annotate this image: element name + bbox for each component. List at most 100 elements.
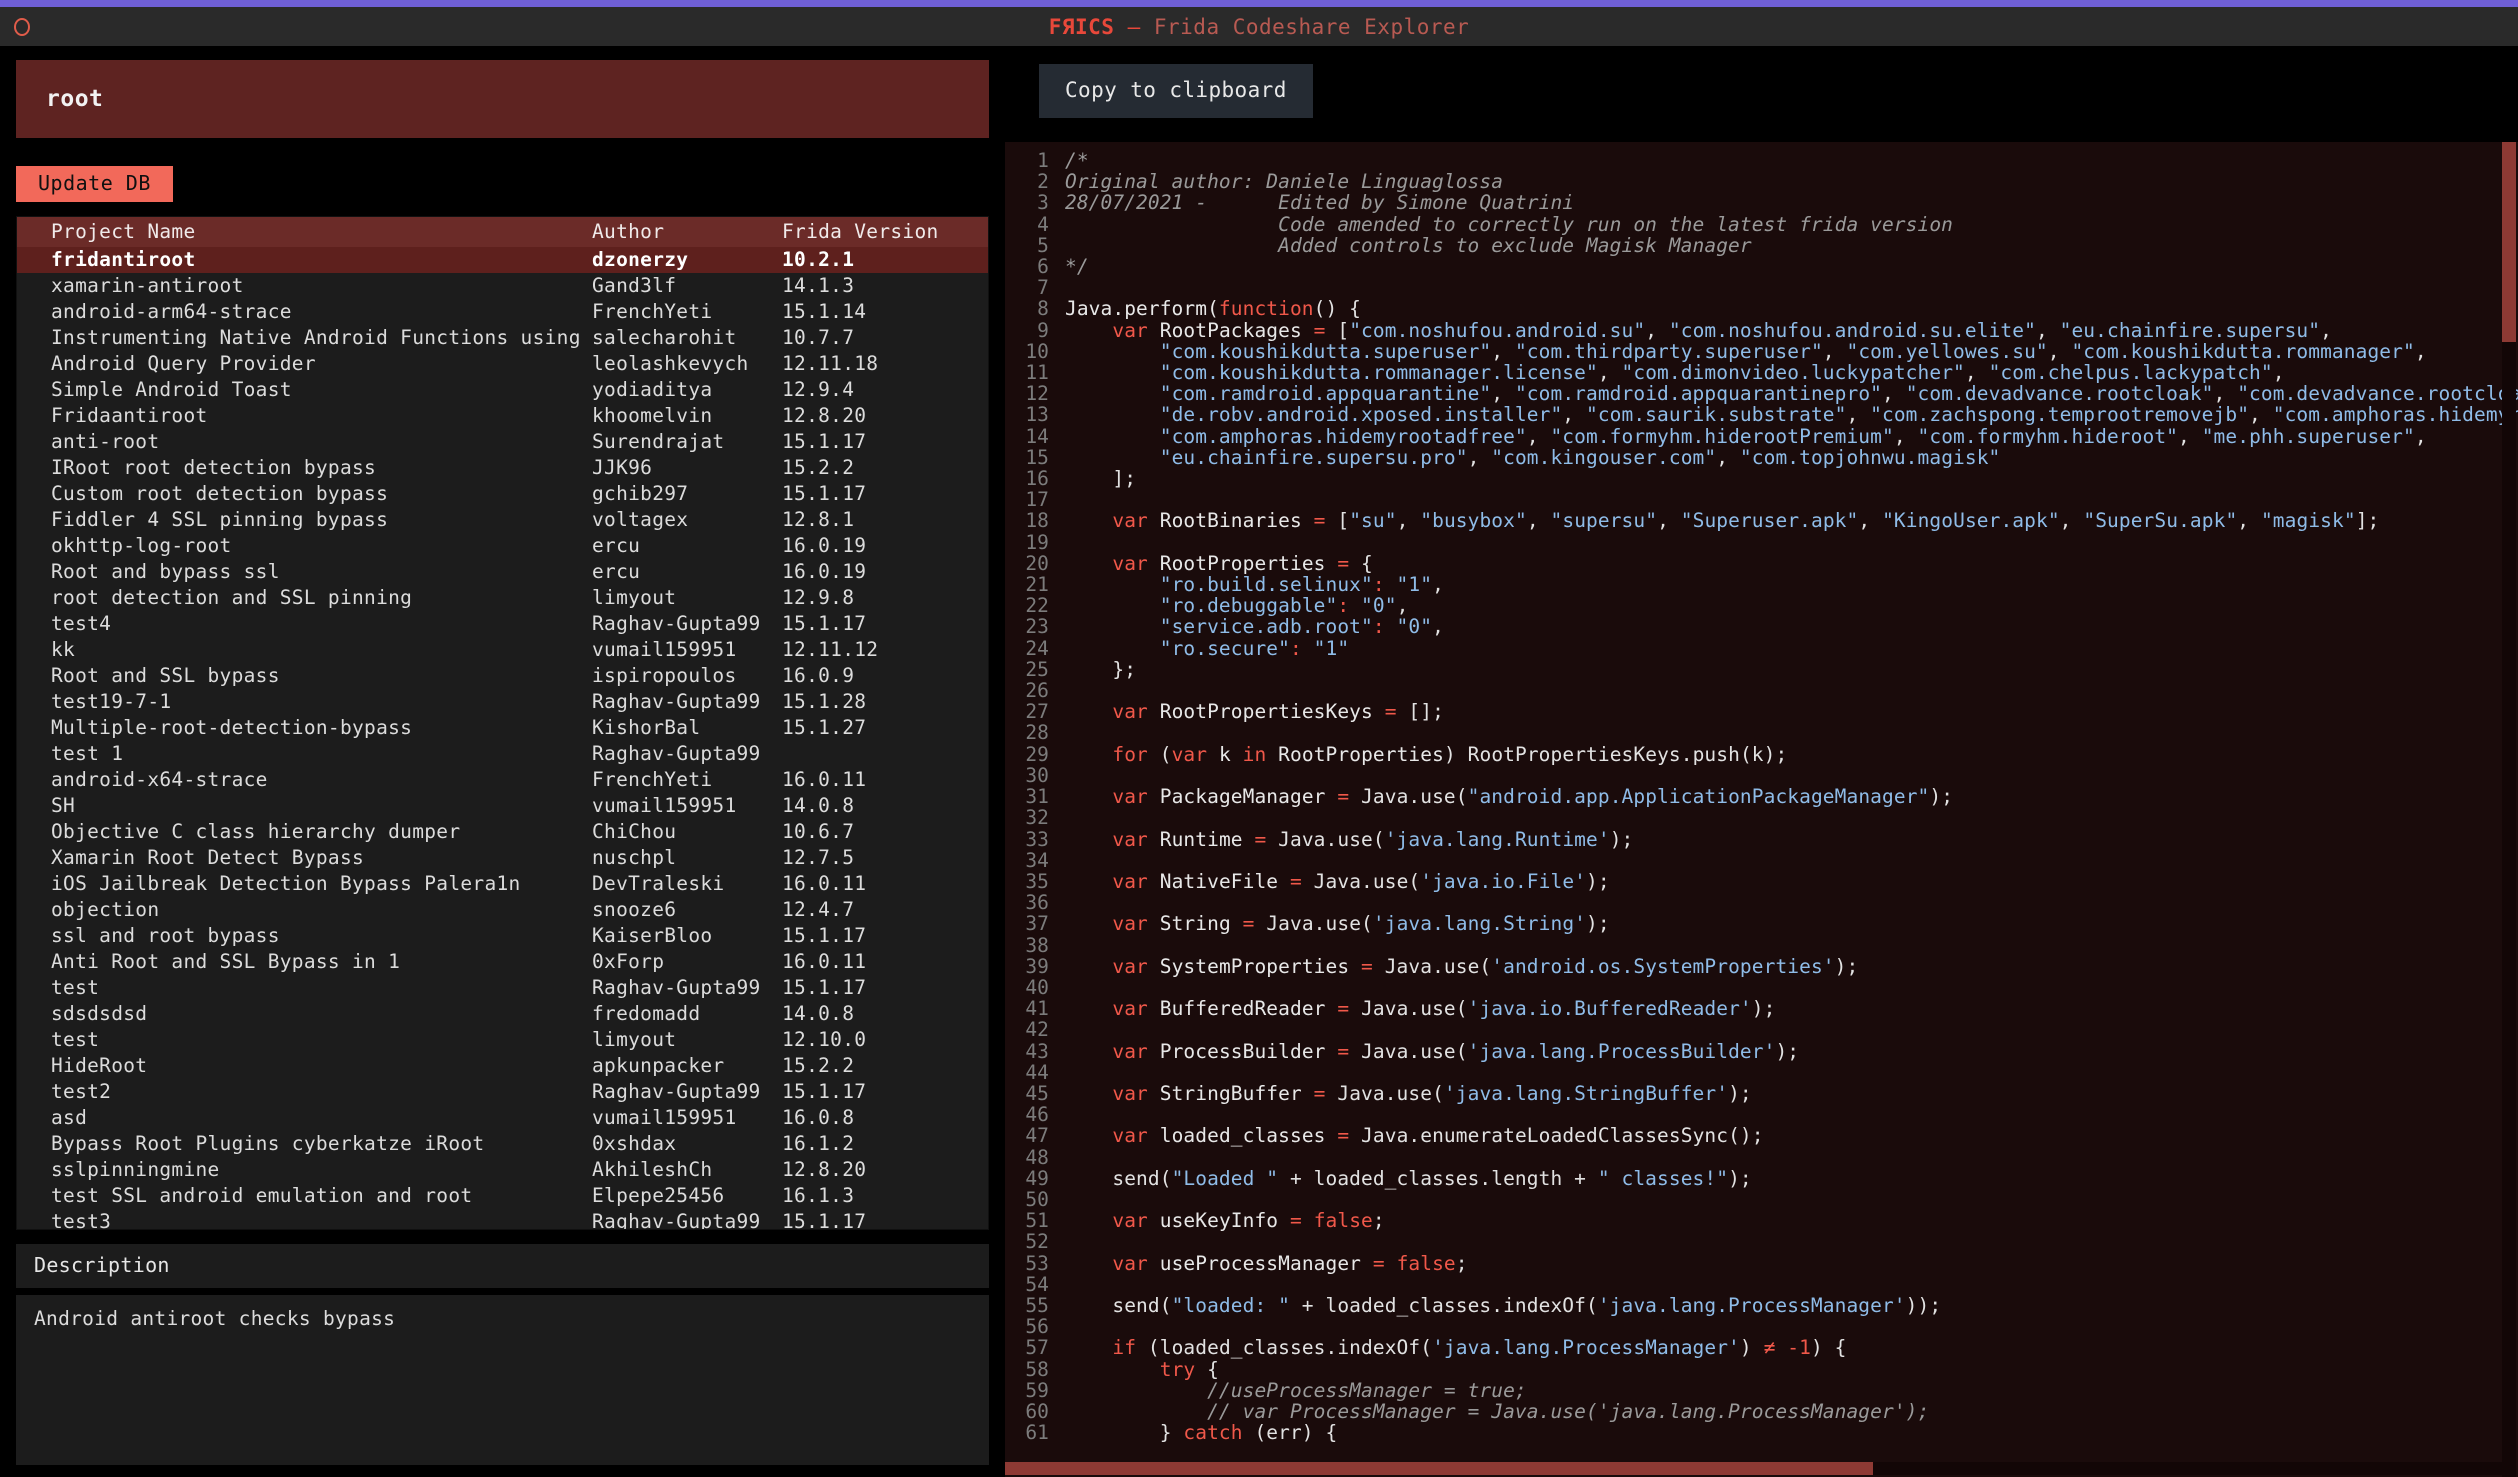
table-row[interactable]: okhttp-log-rootercu16.0.19 <box>17 533 988 559</box>
project-table-container[interactable]: Project Name Author Frida Version fridan… <box>16 216 989 1230</box>
table-row[interactable]: test2Raghav-Gupta9915.1.17 <box>17 1079 988 1105</box>
code-token: , <box>2415 340 2427 363</box>
table-row[interactable]: Anti Root and SSL Bypass in 10xForp16.0.… <box>17 949 988 975</box>
table-row[interactable]: test 1Raghav-Gupta99 <box>17 741 988 767</box>
table-row[interactable]: Xamarin Root Detect Bypassnuschpl12.7.5 <box>17 845 988 871</box>
table-row[interactable]: asdvumail15995116.0.8 <box>17 1105 988 1131</box>
table-row[interactable]: sdsdsdsdfredomadd14.0.8 <box>17 1001 988 1027</box>
code-token: ); <box>1586 912 1610 935</box>
code-token: Added controls to exclude Magisk Manager <box>1065 234 1752 257</box>
code-token: //useProcessManager = true; <box>1207 1379 1527 1402</box>
code-token: "1" <box>1314 637 1350 660</box>
code-token: "eu.chainfire.supersu" <box>2060 319 2320 342</box>
table-row[interactable]: android-x64-straceFrenchYeti16.0.11 <box>17 767 988 793</box>
code-line-number: 27 <box>1005 701 1049 722</box>
code-token: "com.koushikdutta.rommanager" <box>2071 340 2414 363</box>
table-row[interactable]: Instrumenting Native Android Functions u… <box>17 325 988 351</box>
code-token: : <box>1290 637 1302 660</box>
code-token: RootPackages <box>1148 319 1314 342</box>
title-bar: FЯICS — Frida Codeshare Explorer <box>0 7 2518 46</box>
code-token <box>1065 870 1112 893</box>
cell-frida-version: 15.1.17 <box>782 429 988 455</box>
code-token: , <box>1657 509 1681 532</box>
code-token: ); <box>1586 870 1610 893</box>
code-token: RootPropertiesKeys <box>1148 700 1385 723</box>
table-row[interactable]: test4Raghav-Gupta9915.1.17 <box>17 611 988 637</box>
table-row[interactable]: root detection and SSL pinninglimyout12.… <box>17 585 988 611</box>
code-token: , <box>1468 446 1492 469</box>
code-horizontal-scrollbar[interactable] <box>1005 1462 2502 1475</box>
table-row[interactable]: Custom root detection bypassgchib29715.1… <box>17 481 988 507</box>
code-token <box>1065 1400 1207 1423</box>
code-token: ( <box>1148 743 1172 766</box>
table-row[interactable]: test3Raghav-Gupta9915.1.17 <box>17 1209 988 1230</box>
table-row[interactable]: Objective C class hierarchy dumperChiCho… <box>17 819 988 845</box>
table-row[interactable]: Simple Android Toastyodiaditya12.9.4 <box>17 377 988 403</box>
code-token <box>1775 1336 1787 1359</box>
table-row[interactable]: Root and SSL bypassispiropoulos16.0.9 <box>17 663 988 689</box>
cell-project-name: okhttp-log-root <box>17 533 592 559</box>
code-token: try <box>1160 1358 1196 1381</box>
table-row[interactable]: kkvumail15995112.11.12 <box>17 637 988 663</box>
update-db-button[interactable]: Update DB <box>16 166 173 202</box>
table-row[interactable]: test SSL android emulation and rootElpep… <box>17 1183 988 1209</box>
table-row[interactable]: testlimyout12.10.0 <box>17 1027 988 1053</box>
code-token: Java.perform( <box>1065 297 1219 320</box>
table-row[interactable]: fridantirootdzonerzy10.2.1 <box>17 247 988 273</box>
code-token <box>1065 1358 1160 1381</box>
code-horizontal-scrollbar-thumb[interactable] <box>1005 1462 1873 1475</box>
code-viewer[interactable]: 1/* 2Original author: Daniele Linguaglos… <box>1005 142 2518 1477</box>
code-token: Original author: Daniele Linguaglossa <box>1065 170 1503 193</box>
table-row[interactable]: Bypass Root Plugins cyberkatze iRoot0xsh… <box>17 1131 988 1157</box>
code-scroll-area[interactable]: 1/* 2Original author: Daniele Linguaglos… <box>1005 142 2518 1477</box>
code-token: , <box>1397 594 1409 617</box>
table-row[interactable]: testRaghav-Gupta9915.1.17 <box>17 975 988 1001</box>
code-token <box>1065 785 1112 808</box>
column-header-author[interactable]: Author <box>592 217 782 247</box>
table-row[interactable]: Fiddler 4 SSL pinning bypassvoltagex12.8… <box>17 507 988 533</box>
column-header-project-name[interactable]: Project Name <box>17 217 592 247</box>
table-row[interactable]: HideRootapkunpacker15.2.2 <box>17 1053 988 1079</box>
code-token: "com.yellowes.su" <box>1846 340 2047 363</box>
code-token: )); <box>1906 1294 1942 1317</box>
table-row[interactable]: iOS Jailbreak Detection Bypass Palera1nD… <box>17 871 988 897</box>
cell-project-name: HideRoot <box>17 1053 592 1079</box>
code-token: } <box>1065 1421 1183 1444</box>
code-line-number: 48 <box>1005 1147 1049 1168</box>
table-row[interactable]: IRoot root detection bypassJJK9615.2.2 <box>17 455 988 481</box>
column-header-frida-version[interactable]: Frida Version <box>782 217 988 247</box>
table-row[interactable]: test19-7-1Raghav-Gupta9915.1.28 <box>17 689 988 715</box>
table-row[interactable]: SHvumail15995114.0.8 <box>17 793 988 819</box>
cell-author: Raghav-Gupta99 <box>592 1209 782 1230</box>
table-row[interactable]: Android Query Providerleolashkevych12.11… <box>17 351 988 377</box>
code-token: , <box>1397 509 1421 532</box>
code-vertical-scrollbar-thumb[interactable] <box>2502 142 2516 342</box>
cell-author: Raghav-Gupta99 <box>592 975 782 1001</box>
cell-frida-version: 12.9.4 <box>782 377 988 403</box>
cell-frida-version: 12.11.18 <box>782 351 988 377</box>
search-input[interactable]: root <box>16 60 989 138</box>
code-token <box>1302 637 1314 660</box>
table-row[interactable]: ssl and root bypassKaiserBloo15.1.17 <box>17 923 988 949</box>
code-token: "ro.build.selinux" <box>1160 573 1373 596</box>
cell-project-name: Fiddler 4 SSL pinning bypass <box>17 507 592 533</box>
table-row[interactable]: Fridaantirootkhoomelvin12.8.20 <box>17 403 988 429</box>
table-row[interactable]: sslpinningmineAkhileshCh12.8.20 <box>17 1157 988 1183</box>
table-row[interactable]: anti-rootSurendrajat15.1.17 <box>17 429 988 455</box>
code-token: , <box>1562 403 1586 426</box>
code-token: catch <box>1183 1421 1242 1444</box>
table-row[interactable]: android-arm64-straceFrenchYeti15.1.14 <box>17 299 988 325</box>
code-token: var <box>1172 743 1208 766</box>
cell-project-name: Bypass Root Plugins cyberkatze iRoot <box>17 1131 592 1157</box>
cell-project-name: kk <box>17 637 592 663</box>
code-vertical-scrollbar[interactable] <box>2502 142 2516 1477</box>
table-row[interactable]: objectionsnooze612.4.7 <box>17 897 988 923</box>
code-line-number: 10 <box>1005 341 1049 362</box>
table-row[interactable]: xamarin-antirootGand3lf14.1.3 <box>17 273 988 299</box>
table-row[interactable]: Root and bypass sslercu16.0.19 <box>17 559 988 585</box>
table-row[interactable]: Multiple-root-detection-bypassKishorBal1… <box>17 715 988 741</box>
window-title: FЯICS — Frida Codeshare Explorer <box>0 15 2518 39</box>
code-token: String <box>1148 912 1243 935</box>
code-token: RootProperties <box>1266 743 1444 766</box>
copy-to-clipboard-button[interactable]: Copy to clipboard <box>1039 64 1313 118</box>
